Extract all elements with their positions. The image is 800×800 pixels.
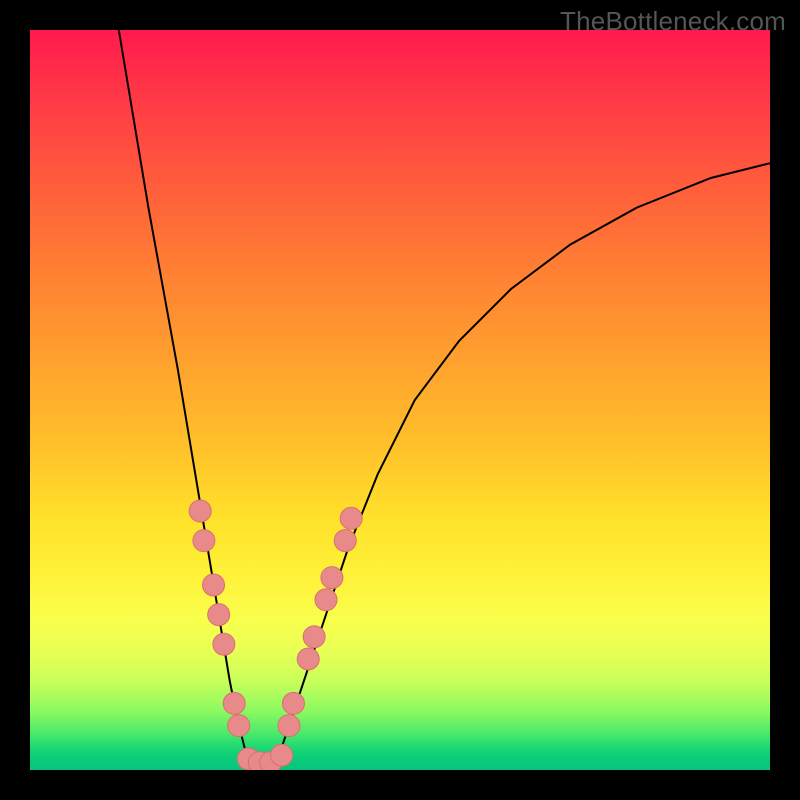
data-marker xyxy=(208,604,230,626)
chart-svg xyxy=(30,30,770,770)
curve-left-branch xyxy=(119,30,252,763)
watermark-text: TheBottleneck.com xyxy=(560,6,786,37)
data-marker xyxy=(278,715,300,737)
marker-group xyxy=(189,500,362,770)
data-marker xyxy=(223,692,245,714)
plot-area xyxy=(30,30,770,770)
data-marker xyxy=(213,633,235,655)
data-marker xyxy=(282,692,304,714)
data-marker xyxy=(334,530,356,552)
data-marker xyxy=(228,715,250,737)
data-marker xyxy=(203,574,225,596)
chart-frame: TheBottleneck.com xyxy=(0,0,800,800)
data-marker xyxy=(315,589,337,611)
data-marker xyxy=(297,648,319,670)
data-marker xyxy=(189,500,211,522)
data-marker xyxy=(303,626,325,648)
data-marker xyxy=(271,744,293,766)
data-marker xyxy=(321,567,343,589)
data-marker xyxy=(193,530,215,552)
curve-right-branch xyxy=(274,163,770,762)
data-marker xyxy=(340,507,362,529)
